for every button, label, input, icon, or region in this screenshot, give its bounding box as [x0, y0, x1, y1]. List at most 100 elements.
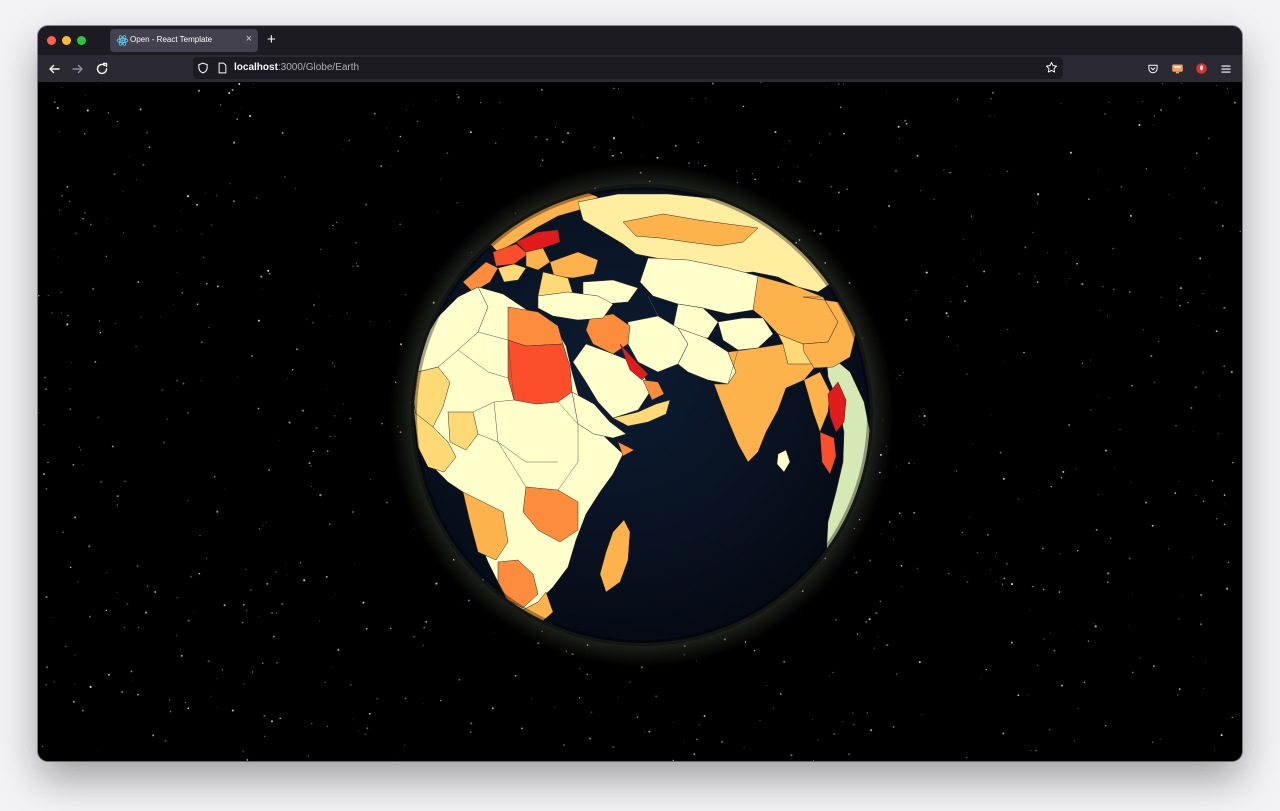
star [221, 669, 224, 671]
star [1076, 262, 1078, 265]
star [1058, 591, 1061, 593]
star [1207, 137, 1210, 140]
star [966, 373, 968, 375]
star [392, 759, 393, 761]
star [683, 742, 685, 744]
country[interactable] [507, 339, 573, 405]
star [41, 745, 44, 748]
shield-icon[interactable] [197, 62, 209, 74]
star [753, 649, 756, 652]
star [579, 667, 581, 670]
star [333, 365, 335, 367]
star [837, 229, 839, 231]
star [1107, 572, 1110, 575]
star [879, 600, 881, 602]
close-window-button[interactable] [47, 36, 56, 45]
star [1199, 623, 1203, 626]
star [267, 269, 270, 272]
star [1114, 467, 1115, 469]
close-icon[interactable]: × [246, 33, 252, 45]
star [828, 133, 831, 135]
globe-scene[interactable] [38, 82, 1242, 761]
star [365, 203, 368, 206]
hamburger-menu-icon[interactable] [1220, 63, 1232, 75]
star [986, 533, 989, 536]
star [1001, 583, 1004, 585]
new-tab-button[interactable]: + [267, 31, 276, 49]
url-text[interactable]: localhost:3000/Globe/Earth [234, 62, 359, 73]
pocket-icon[interactable] [1147, 63, 1159, 75]
star [216, 678, 218, 679]
extension-icon[interactable] [1171, 62, 1184, 75]
star [124, 480, 126, 482]
star [196, 303, 199, 306]
star [890, 612, 892, 614]
star [266, 582, 269, 585]
star [84, 133, 86, 135]
star [211, 224, 213, 226]
star [260, 275, 263, 278]
star [216, 195, 218, 197]
star [1138, 124, 1141, 126]
minimize-window-button[interactable] [62, 36, 71, 45]
extension-icon[interactable] [1195, 62, 1208, 75]
star [1074, 740, 1076, 742]
star [688, 162, 690, 164]
star [963, 239, 965, 241]
star [1204, 662, 1206, 663]
star [56, 107, 59, 109]
star [1010, 583, 1014, 586]
star [98, 83, 100, 85]
star [216, 285, 219, 288]
star [365, 627, 368, 630]
arrow-right-icon[interactable] [70, 61, 86, 77]
star [966, 285, 969, 288]
star [546, 138, 548, 141]
star [873, 647, 876, 649]
star [349, 683, 352, 686]
star [116, 592, 118, 594]
star [187, 619, 190, 622]
star [1175, 425, 1177, 427]
star [1069, 278, 1071, 279]
star [310, 465, 312, 467]
star [1223, 523, 1226, 526]
star [296, 348, 298, 351]
star [880, 533, 882, 535]
star [1112, 247, 1114, 250]
star [58, 209, 61, 212]
star [1153, 115, 1156, 117]
star-icon[interactable] [1045, 61, 1058, 74]
page-icon[interactable] [217, 62, 228, 74]
star [389, 320, 391, 322]
star [966, 581, 969, 583]
star [796, 166, 798, 168]
star [333, 414, 336, 417]
star [1179, 237, 1182, 240]
star [970, 215, 973, 217]
star [1130, 481, 1132, 483]
star [825, 86, 827, 88]
star [813, 760, 814, 761]
tab-active[interactable]: Open - React Template × [110, 29, 258, 52]
maximize-window-button[interactable] [77, 36, 86, 45]
star [1095, 528, 1098, 531]
star [207, 660, 210, 663]
star [413, 103, 414, 105]
star [875, 612, 878, 615]
star [1029, 609, 1030, 611]
star [1160, 296, 1162, 298]
url-bar[interactable]: localhost:3000/Globe/Earth [193, 57, 1063, 79]
star [306, 319, 308, 321]
star [1081, 283, 1084, 286]
star [846, 188, 848, 191]
star [674, 144, 677, 147]
star [698, 162, 700, 164]
reload-icon[interactable] [94, 61, 110, 77]
arrow-left-icon[interactable] [46, 61, 62, 77]
star [1187, 301, 1189, 304]
star [1131, 384, 1134, 387]
star [817, 739, 819, 741]
star [51, 312, 53, 314]
star [868, 559, 871, 562]
